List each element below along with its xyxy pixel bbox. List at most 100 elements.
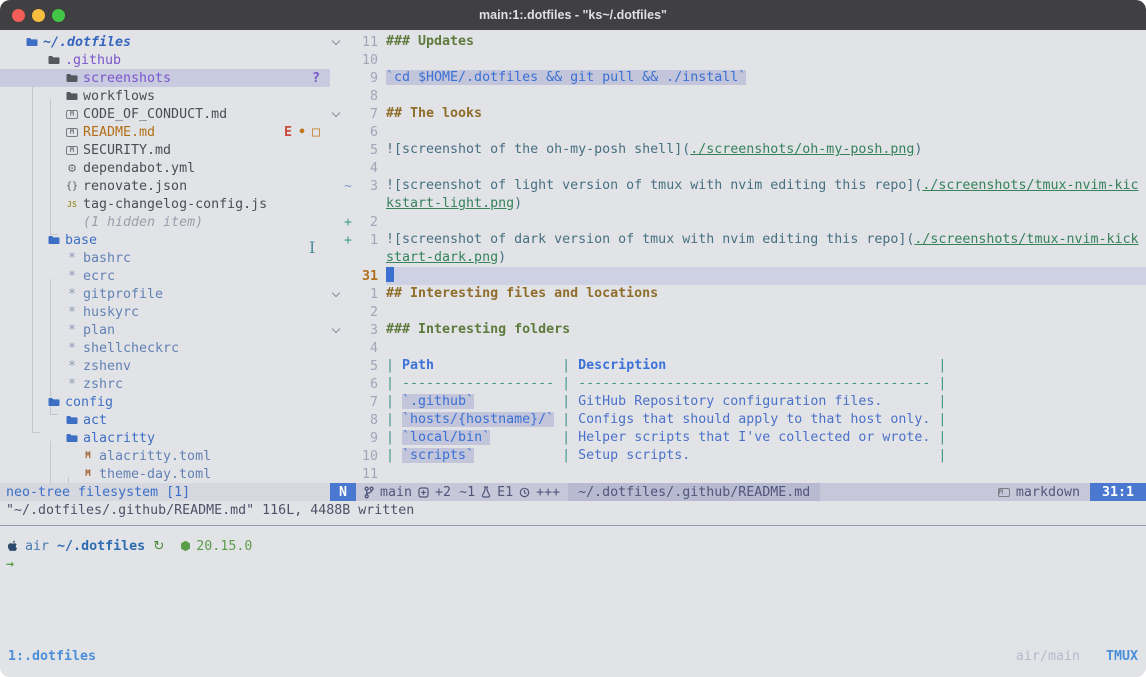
editor-line-text[interactable]: | `.github` | GitHub Repository configur… [386,393,1146,411]
editor-line-text[interactable]: | `scripts` | Setup scripts. | [386,447,1146,465]
editor-line[interactable]: 31 [330,267,1146,285]
editor-line[interactable]: 7| `.github` | GitHub Repository configu… [330,393,1146,411]
editor-line-text[interactable]: | ------------------- | ----------------… [386,375,1146,393]
editor-line-text[interactable] [386,213,1146,231]
tree-item-tag-changelog-config-js[interactable]: JStag-changelog-config.js [0,195,330,213]
editor-line-text[interactable]: ## Interesting files and locations [386,285,1146,303]
tree-item-dependabot-yml[interactable]: ⚙dependabot.yml [0,159,330,177]
tree-item-huskyrc[interactable]: *huskyrc [0,303,330,321]
editor-line[interactable]: 3### Interesting folders [330,321,1146,339]
fold-chevron-icon[interactable] [332,288,340,296]
editor-line-text[interactable]: ![screenshot of the oh-my-posh shell](./… [386,141,1146,159]
tree-item-zshenv[interactable]: *zshenv [0,357,330,375]
editor-line-text[interactable]: ### Updates [386,33,1146,51]
neo-tree-sidebar[interactable]: ~/.dotfiles.githubscreenshots?workflowsM… [0,30,330,483]
line-number: 9 [354,71,378,86]
editor-line-text[interactable]: ### Interesting folders [386,321,1146,339]
editor-line-text[interactable]: ## The looks [386,105,1146,123]
editor-line-text[interactable]: | Path | Description | [386,357,1146,375]
editor-line[interactable]: 8 [330,87,1146,105]
editor-line-text[interactable]: ![screenshot of dark version of tmux wit… [386,231,1146,249]
fold-chevron-icon[interactable] [332,324,340,332]
tree-item-bashrc[interactable]: *bashrc [0,249,330,267]
git-sign-column: + [342,233,354,248]
editor-line[interactable]: 4 [330,339,1146,357]
tree-item-workflows[interactable]: workflows [0,87,330,105]
line-number: 10 [354,53,378,68]
editor-line-text[interactable]: ![screenshot of light version of tmux wi… [386,177,1146,195]
tree-item-label: renovate.json [83,179,187,194]
tree-item-ecrc[interactable]: *ecrc [0,267,330,285]
editor-line[interactable]: 1## Interesting files and locations [330,285,1146,303]
text-cursor [386,267,394,282]
editor-line[interactable]: 8| `hosts/{hostname}/` | Configs that sh… [330,411,1146,429]
file-path: ~/.dotfiles/.github/README.md [568,483,820,501]
maximize-button[interactable] [52,9,65,22]
editor-line[interactable]: +2 [330,213,1146,231]
editor-line[interactable]: kstart-light.png) [330,195,1146,213]
editor-line[interactable]: 2 [330,303,1146,321]
editor-line[interactable]: 6| ------------------- | ---------------… [330,375,1146,393]
editor-line-text[interactable] [386,303,1146,321]
tree-item-alacritty[interactable]: alacritty [0,429,330,447]
editor-line-text[interactable]: | `hosts/{hostname}/` | Configs that sho… [386,411,1146,429]
editor-line[interactable]: 10 [330,51,1146,69]
fold-chevron-icon[interactable] [332,108,340,116]
editor-line[interactable]: ~3![screenshot of light version of tmux … [330,177,1146,195]
tree-item-screenshots[interactable]: screenshots? [0,69,330,87]
editor-line-text[interactable] [386,87,1146,105]
editor-line[interactable]: 11### Updates [330,33,1146,51]
editor-line-text[interactable]: | `local/bin` | Helper scripts that I've… [386,429,1146,447]
markdown-file-icon: M [64,146,80,155]
editor-line[interactable]: 9| `local/bin` | Helper scripts that I'v… [330,429,1146,447]
tree-item-label: zshrc [83,377,123,392]
tree-item--1-hidden-item-[interactable]: (1 hidden item) [0,213,330,231]
editor-line-text[interactable] [386,267,1146,285]
editor-line-text[interactable] [386,339,1146,357]
fold-column [330,113,342,116]
tree-item--github[interactable]: .github [0,51,330,69]
tree-item-theme-day-toml[interactable]: Mtheme-day.toml [0,465,330,483]
editor-line[interactable]: 11 [330,465,1146,483]
markdown-icon: M [998,488,1010,497]
minimize-button[interactable] [32,9,45,22]
editor-line[interactable]: 9 `cd $HOME/.dotfiles && git pull && ./in… [330,69,1146,87]
editor-line-text[interactable]: `cd $HOME/.dotfiles && git pull && ./ins… [386,69,1146,87]
tree-item-label: tag-changelog-config.js [83,197,267,212]
tree-item-readme-md[interactable]: MREADME.mdE•□ [0,123,330,141]
tree-item-plan[interactable]: *plan [0,321,330,339]
tmux-window-tab[interactable]: 1:.dotfiles [8,649,96,664]
editor-line-text[interactable] [386,159,1146,177]
editor-line-text[interactable] [386,51,1146,69]
tree-item-config[interactable]: config [0,393,330,411]
tree-item-shellcheckrc[interactable]: *shellcheckrc [0,339,330,357]
tree-item-label: base [65,233,97,248]
tree-item-security-md[interactable]: MSECURITY.md [0,141,330,159]
editor-line[interactable]: 5![screenshot of the oh-my-posh shell](.… [330,141,1146,159]
editor-line[interactable]: 6 [330,123,1146,141]
tree-item-zshrc[interactable]: *zshrc [0,375,330,393]
tree-item-base[interactable]: base [0,231,330,249]
tree-item-gitprofile[interactable]: *gitprofile [0,285,330,303]
tree-item--dotfiles[interactable]: ~/.dotfiles [0,33,330,51]
editor-line[interactable]: 4 [330,159,1146,177]
editor-line[interactable]: 7## The looks [330,105,1146,123]
shell-pane[interactable]: air ~/.dotfiles ↻ 20.15.0 → [0,526,1146,646]
editor-line[interactable]: 5| Path | Description | [330,357,1146,375]
tree-item-act[interactable]: act [0,411,330,429]
tree-item-renovate-json[interactable]: {}renovate.json [0,177,330,195]
editor-line-text[interactable]: kstart-light.png) [386,195,1146,213]
editor-pane[interactable]: 11### Updates109`cd $HOME/.dotfiles && g… [330,30,1146,483]
editor-line-text[interactable] [386,465,1146,483]
dotfile-star-icon: * [64,377,80,392]
editor-line-text[interactable] [386,123,1146,141]
editor-line-text[interactable]: start-dark.png) [386,249,1146,267]
fold-chevron-icon[interactable] [332,36,340,44]
tree-item-code-of-conduct-md[interactable]: MCODE_OF_CONDUCT.md [0,105,330,123]
tree-item-alacritty-toml[interactable]: Malacritty.toml [0,447,330,465]
editor-line[interactable]: +1![screenshot of dark version of tmux w… [330,231,1146,249]
editor-line[interactable]: 10| `scripts` | Setup scripts. | [330,447,1146,465]
editor-line[interactable]: start-dark.png) [330,249,1146,267]
filetype-label: markdown [1016,485,1080,500]
close-button[interactable] [12,9,25,22]
